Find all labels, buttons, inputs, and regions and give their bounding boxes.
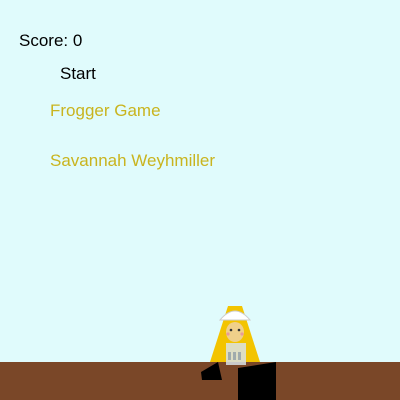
score-display: Score: 0 bbox=[19, 31, 83, 50]
left-leg bbox=[201, 362, 222, 380]
player-character-sprite bbox=[201, 306, 276, 400]
face bbox=[226, 322, 244, 342]
game-canvas[interactable]: Score: 0 Start Frogger Game Savannah Wey… bbox=[0, 0, 400, 400]
start-button[interactable]: Start bbox=[60, 64, 96, 84]
right-leg bbox=[238, 362, 276, 400]
hat bbox=[218, 310, 252, 321]
game-title: Frogger Game bbox=[50, 101, 161, 120]
author-name: Savannah Weyhmiller bbox=[50, 151, 216, 170]
